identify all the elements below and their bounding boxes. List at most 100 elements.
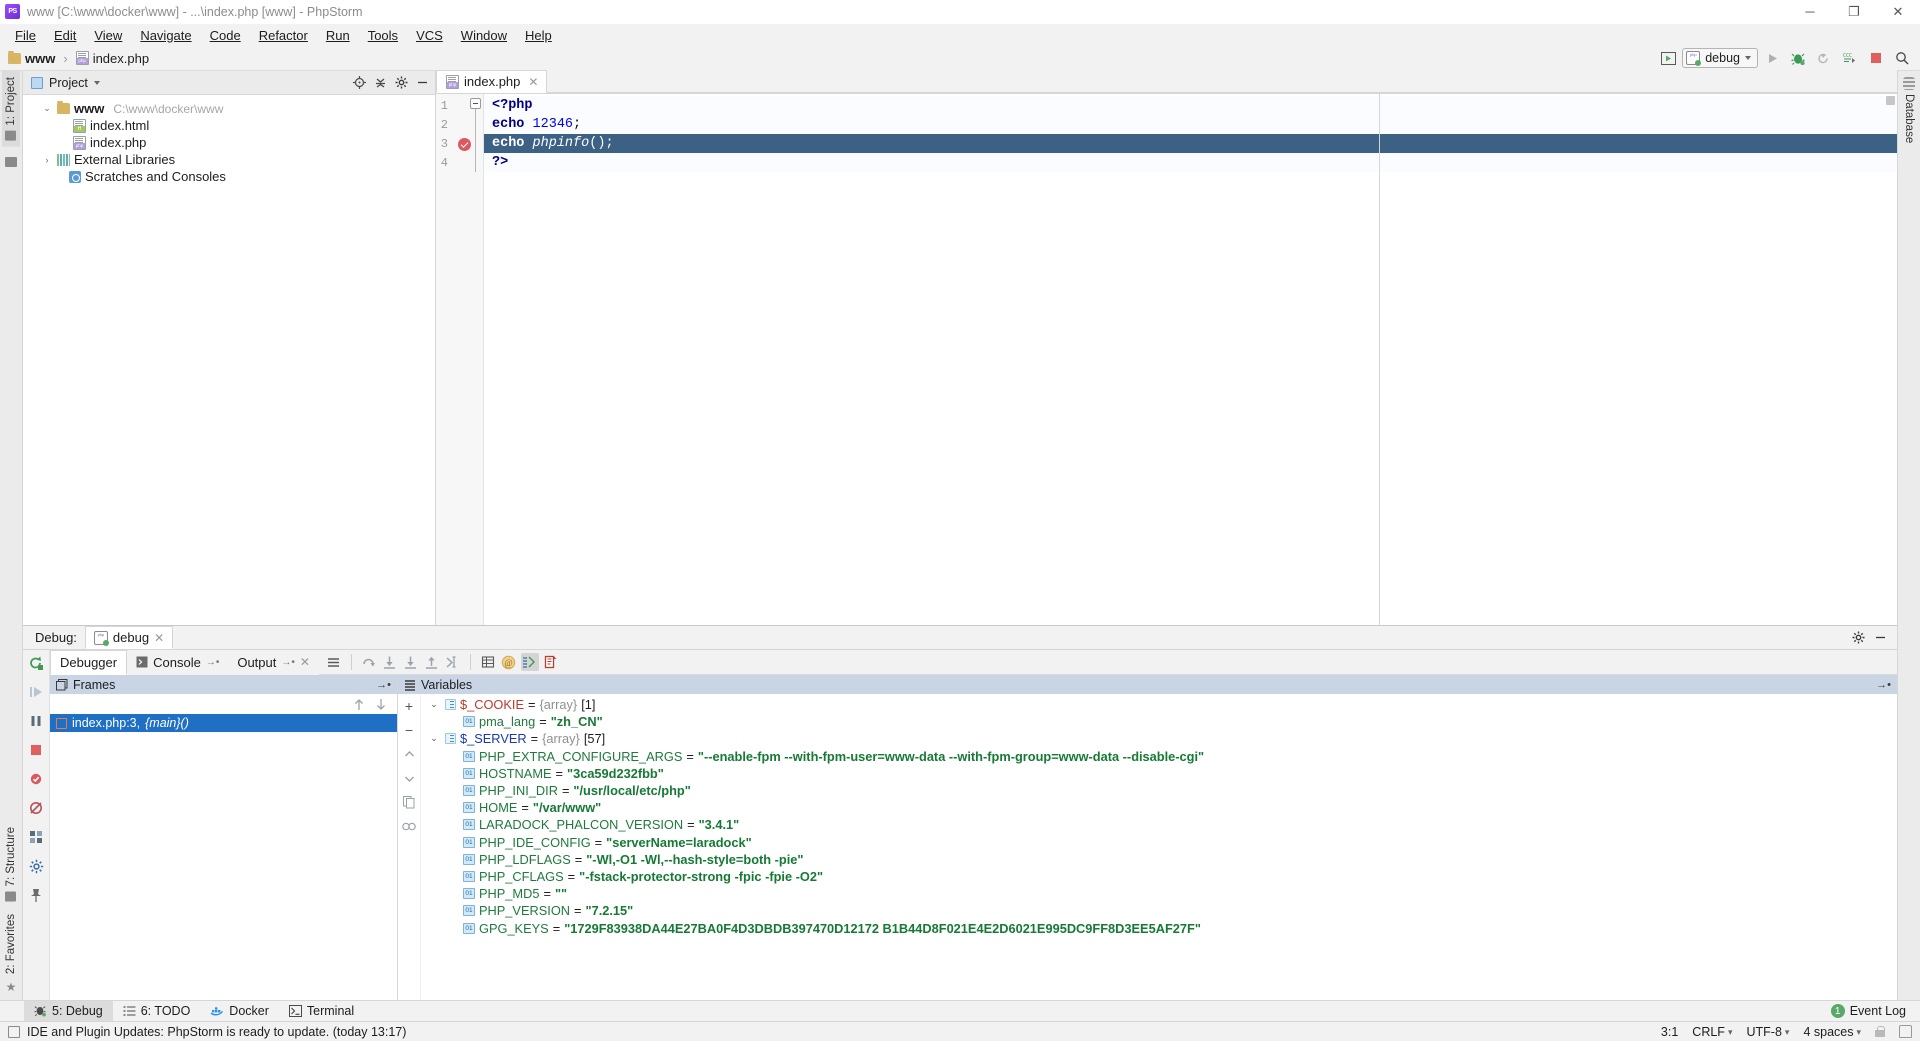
pause-program-icon[interactable]: [27, 712, 45, 730]
menu-navigate[interactable]: Navigate: [131, 26, 200, 45]
editor-tab-index-php[interactable]: index.php ✕: [436, 70, 548, 93]
minimize-button[interactable]: ─: [1788, 0, 1832, 24]
close-icon[interactable]: ✕: [528, 75, 538, 89]
resume-program-icon[interactable]: [27, 683, 45, 701]
run-configuration-selector[interactable]: debug: [1682, 48, 1758, 68]
close-button[interactable]: ✕: [1876, 0, 1920, 24]
close-icon[interactable]: ✕: [300, 655, 310, 669]
menu-run[interactable]: Run: [317, 26, 359, 45]
inspect-icon[interactable]: [401, 818, 417, 834]
trace-current-stream-icon[interactable]: [520, 653, 539, 671]
event-log-button[interactable]: 1 Event Log: [1830, 1004, 1920, 1018]
project-view-chevron-down-icon[interactable]: [93, 80, 100, 85]
tab-output[interactable]: Output →• ✕: [228, 649, 319, 675]
evaluate-expression-icon[interactable]: @: [500, 653, 518, 671]
tree-node-www[interactable]: ⌄ www C:\www\docker\www: [23, 100, 435, 117]
caret-position[interactable]: 3:1: [1661, 1025, 1678, 1039]
variable-row[interactable]: 01 PHP_IDE_CONFIG = "serverName=laradock…: [421, 834, 1897, 851]
frame-list-item[interactable]: index.php:3, {main}(): [50, 714, 397, 732]
tab-debugger[interactable]: Debugger: [50, 649, 128, 675]
variable-row[interactable]: 01 PHP_VERSION = "7.2.15": [421, 902, 1897, 919]
status-message[interactable]: IDE and Plugin Updates: PhpStorm is read…: [27, 1025, 406, 1039]
editor-gutter[interactable]: 1 2 3 4: [436, 94, 484, 625]
chevron-down-icon[interactable]: ⌄: [41, 103, 53, 114]
debug-button[interactable]: [1786, 48, 1810, 69]
debug-session-tab[interactable]: debug ✕: [84, 626, 174, 649]
variable-row[interactable]: 01 pma_lang = "zh_CN": [421, 713, 1897, 730]
force-step-into-icon[interactable]: [402, 653, 420, 671]
maximize-button[interactable]: ❐: [1832, 0, 1876, 24]
frame-down-icon[interactable]: [375, 698, 387, 711]
fold-region-icon[interactable]: [470, 98, 481, 109]
pin-icon[interactable]: →•: [206, 657, 220, 668]
sidebar-item-structure[interactable]: 7: Structure: [2, 821, 20, 907]
collapse-all-icon[interactable]: [371, 74, 389, 92]
variable-row[interactable]: 01 PHP_INI_DIR = "/usr/local/etc/php": [421, 782, 1897, 799]
bottom-tab-debug[interactable]: 5: Debug: [24, 1000, 113, 1022]
variable-row[interactable]: 01 HOME = "/var/www": [421, 799, 1897, 816]
rerun-button[interactable]: [1812, 48, 1836, 69]
variable-row[interactable]: 01 PHP_EXTRA_CONFIGURE_ARGS = "--enable-…: [421, 748, 1897, 765]
tab-console[interactable]: Console →•: [127, 649, 229, 675]
hide-tool-window-icon[interactable]: [413, 74, 431, 92]
variable-row[interactable]: ⌄ $_SERVER = {array} [57]: [421, 730, 1897, 747]
bottom-tab-todo[interactable]: 6: TODO: [113, 1001, 201, 1022]
variable-row[interactable]: 01 PHP_MD5 = "": [421, 885, 1897, 902]
evaluate-table-icon[interactable]: [479, 653, 497, 671]
sidebar-item-database[interactable]: Database: [1900, 90, 1918, 149]
menu-vcs[interactable]: VCS: [407, 26, 452, 45]
variable-row[interactable]: 01 LARADOCK_PHALCON_VERSION = "3.4.1": [421, 816, 1897, 833]
layout-settings-icon[interactable]: [27, 828, 45, 846]
move-watch-down-icon[interactable]: [401, 770, 417, 786]
chevron-down-icon[interactable]: ⌄: [427, 699, 441, 710]
copy-stack-icon[interactable]: [542, 653, 560, 671]
tree-node-index-html[interactable]: index.html: [23, 117, 435, 134]
sidebar-item-project[interactable]: 1: Project: [2, 71, 20, 147]
tree-node-scratches[interactable]: Scratches and Consoles: [23, 168, 435, 185]
memory-icon[interactable]: [1899, 1025, 1912, 1038]
search-everywhere-icon[interactable]: [1890, 48, 1914, 69]
chevron-right-icon[interactable]: ›: [41, 155, 53, 165]
pin-icon[interactable]: →•: [1876, 679, 1891, 691]
editor-canvas[interactable]: 1 2 3 4 <?php echo 12346 ; echo phpinfo …: [436, 94, 1897, 625]
gear-icon[interactable]: [1849, 629, 1867, 647]
sidebar-item-favorites[interactable]: 2: Favorites: [2, 908, 20, 980]
step-into-icon[interactable]: [381, 653, 399, 671]
variable-row[interactable]: 01 PHP_LDFLAGS = "-Wl,-O1 -Wl,--hash-sty…: [421, 851, 1897, 868]
notification-icon[interactable]: [8, 1025, 20, 1038]
close-icon[interactable]: ✕: [154, 631, 164, 645]
debug-settings-gear-icon[interactable]: [27, 857, 45, 875]
folder-strip-icon[interactable]: [5, 156, 17, 167]
show-execution-point-icon[interactable]: [325, 653, 343, 671]
editor-code-column[interactable]: <?php echo 12346; echo phpinfo(); ?>: [484, 94, 1897, 625]
lock-icon[interactable]: [1875, 1025, 1885, 1038]
variable-row[interactable]: ⌄ $_COOKIE = {array} [1]: [421, 696, 1897, 713]
view-breakpoints-icon[interactable]: [27, 770, 45, 788]
run-button[interactable]: [1760, 48, 1784, 69]
menu-refactor[interactable]: Refactor: [250, 26, 317, 45]
remove-watch-icon[interactable]: −: [401, 722, 417, 738]
gear-icon[interactable]: [392, 74, 410, 92]
variable-row[interactable]: 01 PHP_CFLAGS = "-fstack-protector-stron…: [421, 868, 1897, 885]
variables-tree[interactable]: ⌄ $_COOKIE = {array} [1] 01 pma_lang = "…: [421, 694, 1897, 1000]
inspection-status-icon[interactable]: [1886, 96, 1895, 105]
move-watch-up-icon[interactable]: [401, 746, 417, 762]
bottom-tab-terminal[interactable]: Terminal: [279, 1001, 364, 1022]
line-separator-widget[interactable]: CRLF ▾: [1692, 1025, 1732, 1039]
variable-row[interactable]: 01 GPG_KEYS = "1729F83938DA44E27BA0F4D3D…: [421, 919, 1897, 936]
attach-debugger-icon[interactable]: CCC: [1838, 48, 1862, 69]
tree-node-external-libraries[interactable]: › External Libraries: [23, 151, 435, 168]
bottom-tab-docker[interactable]: Docker: [200, 1001, 279, 1022]
variable-row[interactable]: 01 HOSTNAME = "3ca59d232fbb": [421, 765, 1897, 782]
hide-tool-window-icon[interactable]: [1871, 629, 1889, 647]
indent-widget[interactable]: 4 spaces ▾: [1803, 1025, 1861, 1039]
step-out-icon[interactable]: [423, 653, 441, 671]
stop-debug-icon[interactable]: [27, 741, 45, 759]
pin-icon[interactable]: →•: [376, 679, 391, 691]
locate-file-icon[interactable]: [350, 74, 368, 92]
menu-window[interactable]: Window: [452, 26, 516, 45]
menu-tools[interactable]: Tools: [359, 26, 407, 45]
menu-code[interactable]: Code: [201, 26, 250, 45]
copy-value-icon[interactable]: [401, 794, 417, 810]
run-to-cursor-icon[interactable]: [444, 653, 462, 671]
